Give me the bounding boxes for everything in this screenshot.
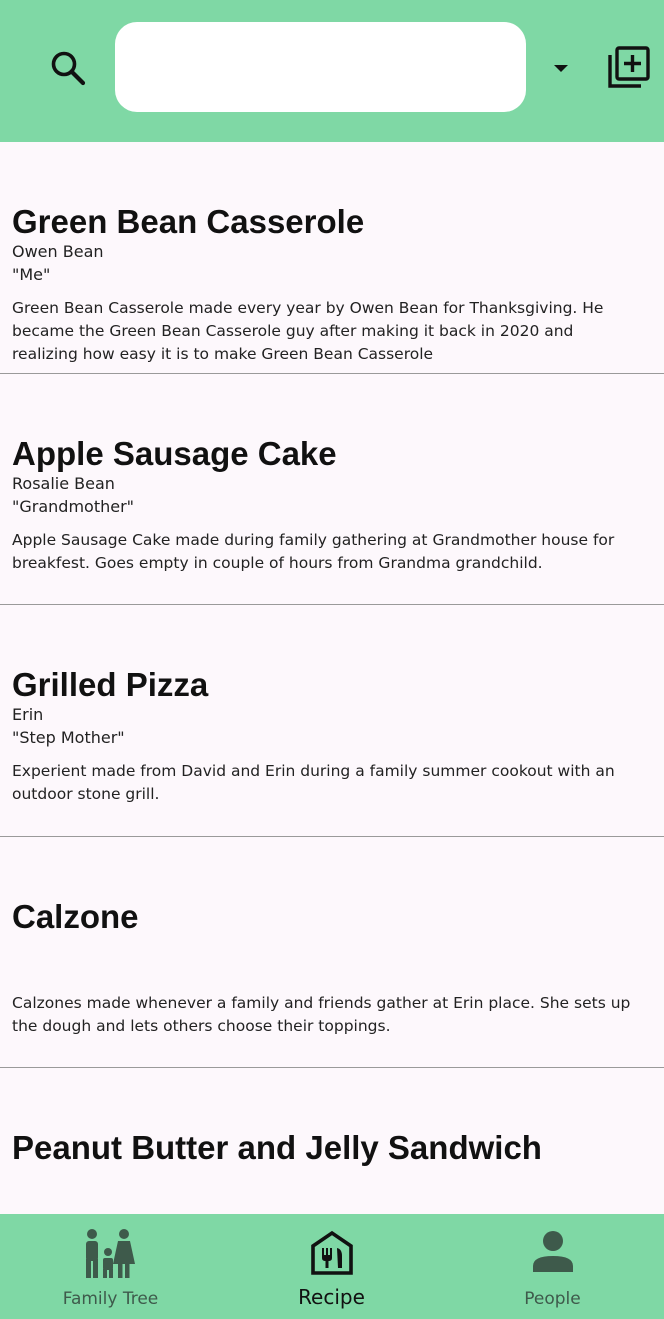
recipe-title: Calzone bbox=[12, 897, 139, 935]
recipe-description: Calzones made whenever a family and frie… bbox=[12, 993, 631, 1035]
recipe-title: Peanut Butter and Jelly Sandwich bbox=[12, 1129, 542, 1166]
recipe-card[interactable]: Grilled Pizza Erin "Step Mother" Experie… bbox=[0, 605, 664, 837]
recipe-relation bbox=[12, 1189, 652, 1212]
search-icon[interactable] bbox=[48, 48, 88, 88]
recipe-author: Erin bbox=[12, 705, 44, 724]
recipe-description: Experient made from David and Erin durin… bbox=[12, 762, 615, 803]
recipe-icon bbox=[310, 1230, 353, 1275]
recipe-card[interactable]: Green Bean Casserole Owen Bean "Me" Gree… bbox=[0, 142, 664, 374]
nav-people[interactable]: People bbox=[442, 1214, 663, 1319]
recipe-title: Grilled Pizza bbox=[12, 666, 209, 703]
recipe-card[interactable]: Peanut Butter and Jelly Sandwich bbox=[0, 1068, 664, 1214]
nav-recipe-label: Recipe bbox=[298, 1285, 365, 1309]
recipe-relation: "Grandmother" bbox=[12, 496, 135, 516]
top-app-bar bbox=[0, 0, 664, 142]
recipe-card[interactable]: Apple Sausage Cake Rosalie Bean "Grandmo… bbox=[0, 374, 664, 605]
family-icon bbox=[85, 1229, 135, 1278]
recipe-author: Rosalie Bean bbox=[12, 473, 115, 493]
recipe-relation bbox=[12, 958, 652, 981]
nav-family-tree[interactable]: Family Tree bbox=[0, 1214, 221, 1319]
recipe-relation: "Step Mother" bbox=[12, 728, 125, 747]
recipe-title: Apple Sausage Cake bbox=[12, 434, 337, 472]
nav-family-tree-label: Family Tree bbox=[62, 1289, 159, 1309]
person-icon bbox=[532, 1231, 573, 1272]
recipe-author: Owen Bean bbox=[12, 242, 104, 261]
search-input[interactable] bbox=[115, 22, 526, 112]
bottom-navigation: Family Tree Recipe People bbox=[0, 1214, 664, 1319]
dropdown-arrow-icon[interactable] bbox=[546, 56, 576, 80]
recipe-list[interactable]: Green Bean Casserole Owen Bean "Me" Gree… bbox=[0, 142, 664, 1214]
recipe-description: Apple Sausage Cake made during family ga… bbox=[12, 530, 615, 572]
recipe-relation: "Me" bbox=[12, 265, 51, 284]
nav-people-label: People bbox=[524, 1289, 581, 1309]
nav-recipe[interactable]: Recipe bbox=[221, 1214, 442, 1319]
recipe-author bbox=[12, 1166, 652, 1189]
recipe-title: Green Bean Casserole bbox=[12, 203, 365, 240]
recipe-author bbox=[12, 935, 652, 958]
recipe-card[interactable]: Calzone Calzones made whenever a family … bbox=[0, 837, 664, 1068]
recipe-description: Green Bean Casserole made every year by … bbox=[12, 299, 604, 363]
add-recipe-icon[interactable] bbox=[606, 44, 652, 90]
